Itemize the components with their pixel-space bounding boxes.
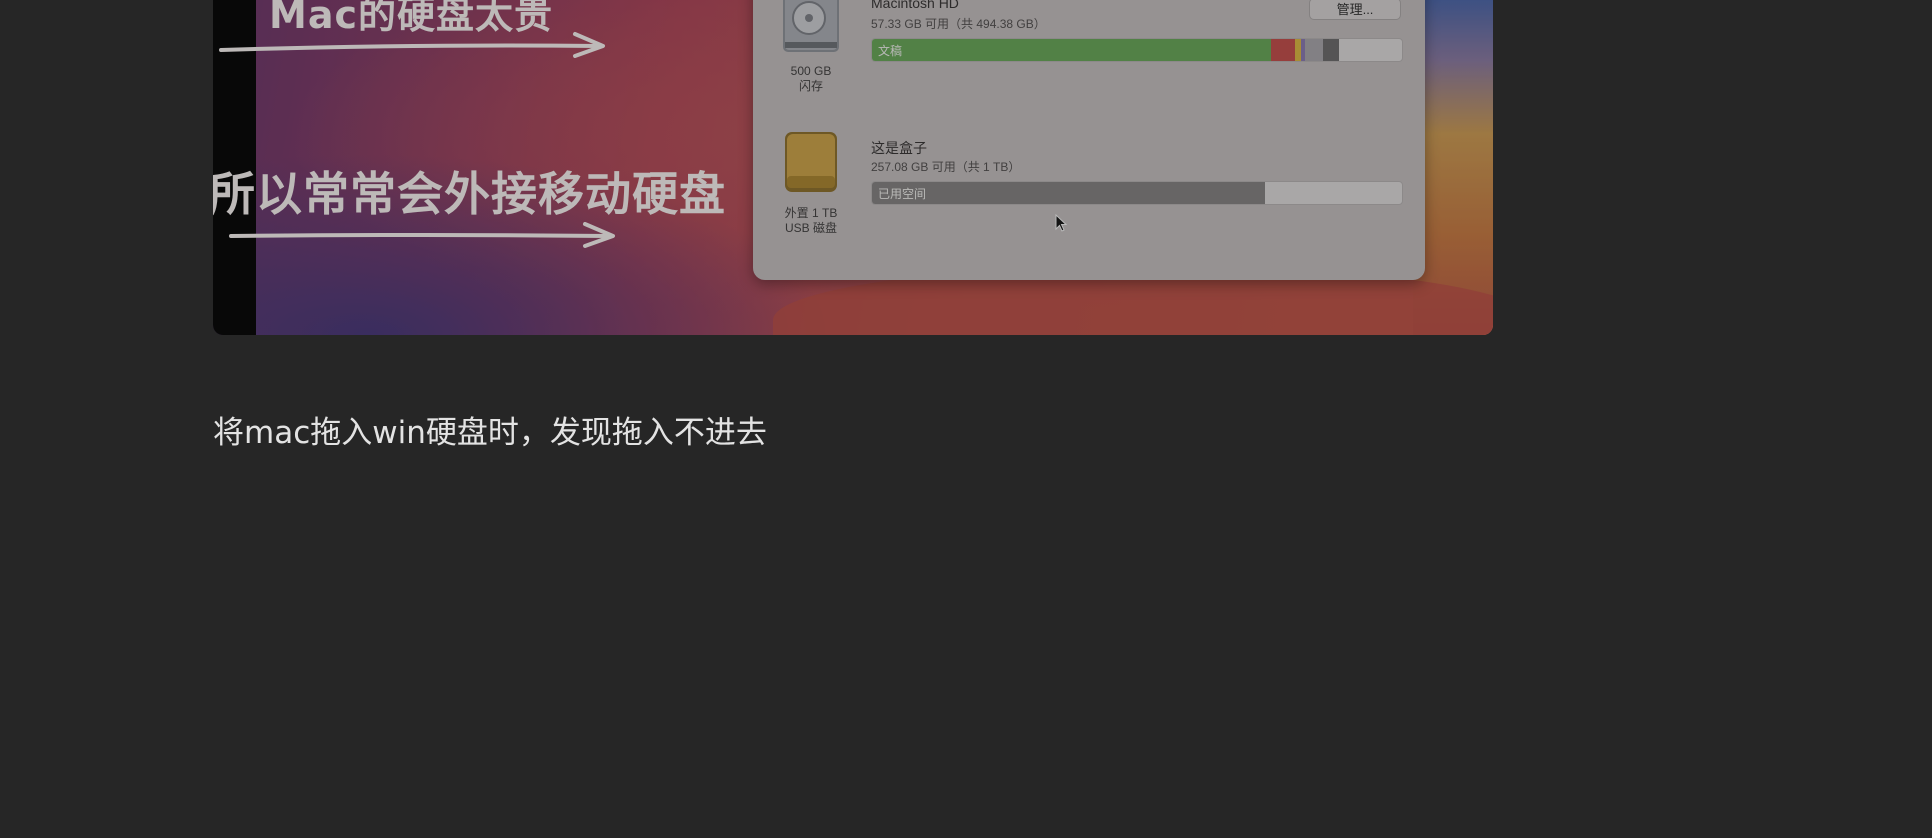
screenshot-dim-overlay — [213, 0, 1493, 335]
embedded-screenshot: Mac的硬盘太贵 所以常常会外接移动硬盘 500 GB 闪存 Macintosh… — [213, 0, 1493, 335]
paragraph-text: 将mac拖入win硬盘时，发现拖入不进去 — [213, 415, 767, 451]
page: Mac的硬盘太贵 所以常常会外接移动硬盘 500 GB 闪存 Macintosh… — [0, 0, 1932, 838]
